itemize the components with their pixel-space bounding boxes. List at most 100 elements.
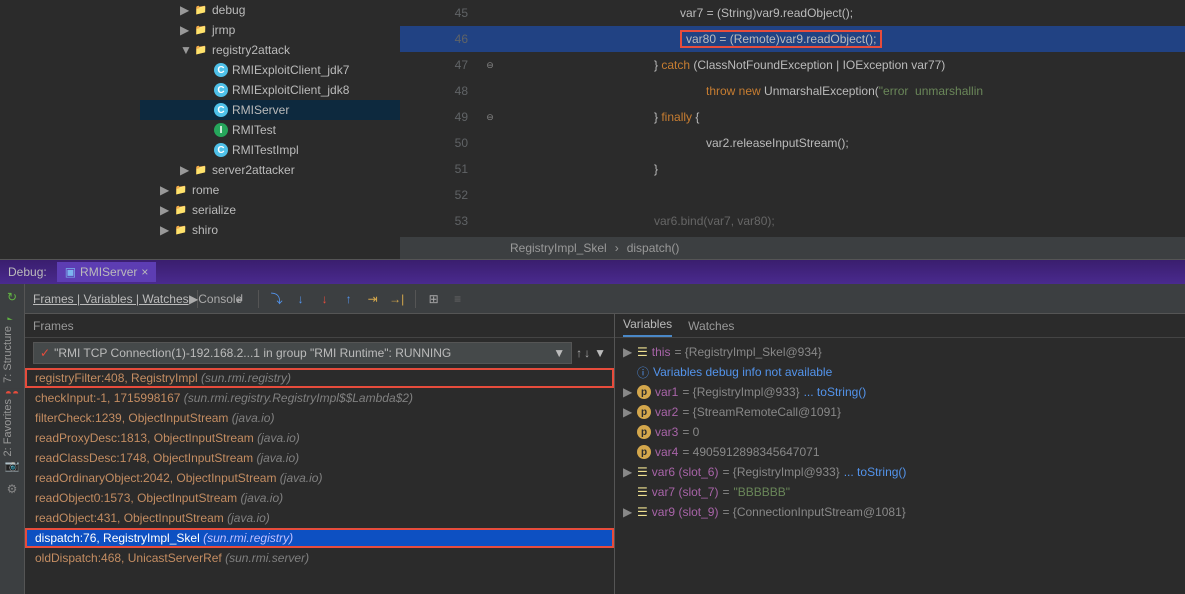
- stack-frame[interactable]: oldDispatch:468, UnicastServerRef (sun.r…: [25, 548, 614, 568]
- variables-tab[interactable]: Variables: [623, 317, 672, 337]
- stack-frame[interactable]: filterCheck:1239, ObjectInputStream (jav…: [25, 408, 614, 428]
- variable-row[interactable]: ☰ var7 (slot_7) = "BBBBBB": [619, 482, 1181, 502]
- expand-icon[interactable]: ▶: [160, 183, 170, 197]
- more-icon[interactable]: ≡: [448, 289, 468, 309]
- editor-line[interactable]: 51}: [400, 156, 1185, 182]
- editor-line[interactable]: 45var7 = (String)var9.readObject();: [400, 0, 1185, 26]
- structure-tab[interactable]: 7: Structure: [0, 320, 20, 389]
- drop-frame-icon[interactable]: ⇥: [363, 289, 383, 309]
- breadcrumb[interactable]: RegistryImpl_Skel › dispatch(): [400, 237, 1185, 259]
- editor-line[interactable]: 52: [400, 182, 1185, 208]
- line-number: 49: [400, 110, 480, 124]
- console-tab[interactable]: ▶ Console: [206, 289, 226, 309]
- line-number: 47: [400, 58, 480, 72]
- favorites-tab[interactable]: 2: Favorites: [0, 393, 20, 462]
- variable-row[interactable]: ▶p var2 = {StreamRemoteCall@1091}: [619, 402, 1181, 422]
- code-editor[interactable]: 45var7 = (String)var9.readObject();46var…: [400, 0, 1185, 259]
- editor-line[interactable]: 50var2.releaseInputStream();: [400, 130, 1185, 156]
- tree-label: shiro: [192, 223, 218, 237]
- breadcrumb-class[interactable]: RegistryImpl_Skel: [510, 241, 607, 255]
- tree-item[interactable]: ▶📁shiro: [140, 220, 400, 240]
- tree-label: RMIExploitClient_jdk7: [232, 63, 349, 77]
- tree-label: serialize: [192, 203, 236, 217]
- editor-line[interactable]: 47⊖} catch (ClassNotFoundException | IOE…: [400, 52, 1185, 78]
- tree-item[interactable]: ▼📁registry2attack: [140, 40, 400, 60]
- step-into-icon[interactable]: ↓: [291, 289, 311, 309]
- dropdown-icon[interactable]: ▼: [553, 346, 565, 360]
- line-number: 50: [400, 136, 480, 150]
- fold-icon[interactable]: ⊖: [480, 112, 500, 123]
- debug-run-tab[interactable]: ▣ RMIServer ×: [57, 262, 157, 282]
- step-over-icon[interactable]: ⤵: [267, 289, 287, 309]
- return-icon[interactable]: ↲: [230, 289, 250, 309]
- expand-icon[interactable]: ▶: [623, 345, 633, 359]
- thread-selector[interactable]: ✓ "RMI TCP Connection(1)-192.168.2...1 i…: [33, 342, 572, 364]
- tree-item[interactable]: IRMITest: [140, 120, 400, 140]
- close-icon[interactable]: ×: [141, 265, 148, 279]
- folder-icon: 📁: [194, 43, 208, 57]
- editor-line[interactable]: 49⊖} finally {: [400, 104, 1185, 130]
- folder-icon: 📁: [194, 3, 208, 17]
- breadcrumb-method[interactable]: dispatch(): [627, 241, 680, 255]
- param-icon: p: [637, 425, 651, 439]
- run-cursor-icon[interactable]: →|: [387, 289, 407, 309]
- expand-icon[interactable]: ▶: [623, 405, 633, 419]
- tree-label: RMIServer: [232, 103, 289, 117]
- variable-row[interactable]: ▶☰ var9 (slot_9) = {ConnectionInputStrea…: [619, 502, 1181, 522]
- chevron-right-icon: ›: [615, 241, 619, 255]
- variable-row[interactable]: ▶p var1 = {RegistryImpl@933} ... toStrin…: [619, 382, 1181, 402]
- stack-frame[interactable]: readObject0:1573, ObjectInputStream (jav…: [25, 488, 614, 508]
- tree-item[interactable]: CRMIExploitClient_jdk8: [140, 80, 400, 100]
- param-icon: p: [637, 445, 651, 459]
- variable-row[interactable]: ▶☰ this = {RegistryImpl_Skel@934}: [619, 342, 1181, 362]
- force-step-icon[interactable]: ↓: [315, 289, 335, 309]
- next-frame-icon[interactable]: ↓: [584, 346, 590, 360]
- expand-icon[interactable]: ▶: [160, 223, 170, 237]
- editor-line[interactable]: 53var6.bind(var7, var80);: [400, 208, 1185, 234]
- tree-item[interactable]: CRMITestImpl: [140, 140, 400, 160]
- stack-frame[interactable]: registryFilter:408, RegistryImpl (sun.rm…: [25, 368, 614, 388]
- rerun-icon[interactable]: ↻: [3, 288, 21, 306]
- variable-row[interactable]: p var3 = 0: [619, 422, 1181, 442]
- variable-row[interactable]: p var4 = 4905912898345647071: [619, 442, 1181, 462]
- expand-icon[interactable]: ▶: [180, 23, 190, 37]
- expand-icon[interactable]: ▶: [623, 465, 633, 479]
- tree-item[interactable]: C RMIExploitClient_jdk7: [140, 60, 400, 80]
- expand-icon[interactable]: ▶: [623, 385, 633, 399]
- step-out-icon[interactable]: ↑: [339, 289, 359, 309]
- tree-item[interactable]: ▶📁rome: [140, 180, 400, 200]
- tree-item[interactable]: ▶📁server2attacker: [140, 160, 400, 180]
- tree-item[interactable]: C RMIServer: [140, 100, 400, 120]
- expand-icon[interactable]: ▶: [180, 163, 190, 177]
- watches-tab[interactable]: Watches: [688, 319, 734, 337]
- class-icon: C: [214, 103, 228, 117]
- expand-icon[interactable]: ▼: [180, 43, 190, 57]
- stack-frame[interactable]: checkInput:-1, 1715998167 (sun.rmi.regis…: [25, 388, 614, 408]
- evaluate-icon[interactable]: ⊞: [424, 289, 444, 309]
- debug-tabs-label[interactable]: Frames | Variables | Watches: [33, 292, 189, 306]
- line-number: 46: [400, 32, 480, 46]
- fold-icon[interactable]: ⊖: [480, 60, 500, 71]
- settings-icon[interactable]: ⚙: [3, 480, 21, 498]
- editor-line[interactable]: 46var80 = (Remote)var9.readObject();: [400, 26, 1185, 52]
- class-icon: C: [214, 63, 228, 77]
- tree-item[interactable]: ▶📁serialize: [140, 200, 400, 220]
- variable-row[interactable]: ⓘ Variables debug info not available: [619, 362, 1181, 382]
- variable-row[interactable]: ▶☰ var6 (slot_6) = {RegistryImpl@933} ..…: [619, 462, 1181, 482]
- param-icon: p: [637, 385, 651, 399]
- editor-line[interactable]: 48throw new UnmarshalException("error un…: [400, 78, 1185, 104]
- project-tree[interactable]: ▶📁debug▶📁jrmp▼📁registry2attackCRMIExploi…: [0, 0, 400, 259]
- stack-frame[interactable]: readObject:431, ObjectInputStream (java.…: [25, 508, 614, 528]
- stack-frame[interactable]: dispatch:76, RegistryImpl_Skel (sun.rmi.…: [25, 528, 614, 548]
- expand-icon[interactable]: ▶: [623, 505, 633, 519]
- prev-frame-icon[interactable]: ↑: [576, 346, 582, 360]
- tree-item[interactable]: ▶📁debug: [140, 0, 400, 20]
- expand-icon[interactable]: ▶: [180, 3, 190, 17]
- class-icon: C: [214, 83, 228, 97]
- stack-frame[interactable]: readOrdinaryObject:2042, ObjectInputStre…: [25, 468, 614, 488]
- tree-item[interactable]: ▶📁jrmp: [140, 20, 400, 40]
- expand-icon[interactable]: ▶: [160, 203, 170, 217]
- stack-frame[interactable]: readClassDesc:1748, ObjectInputStream (j…: [25, 448, 614, 468]
- filter-icon[interactable]: ▼: [594, 346, 606, 360]
- stack-frame[interactable]: readProxyDesc:1813, ObjectInputStream (j…: [25, 428, 614, 448]
